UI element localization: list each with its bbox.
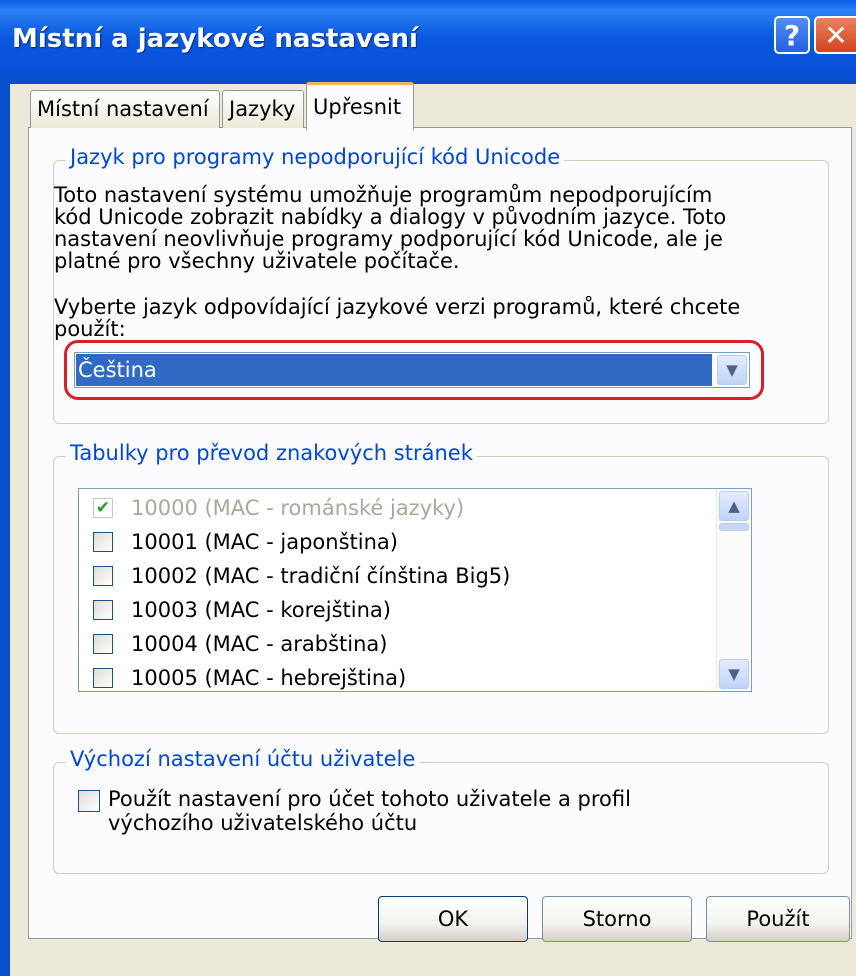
tab-label: Jazyky (229, 97, 296, 121)
checkbox[interactable] (93, 566, 113, 586)
dialog-window: Místní a jazykové nastavení ? ✕ Jazyk pr… (0, 0, 856, 976)
apply-button[interactable]: Použít (706, 896, 850, 942)
help-icon: ? (783, 19, 801, 52)
tab-regional[interactable]: Místní nastavení (30, 90, 220, 128)
list-item-label: 10005 (MAC - hebrejština) (131, 666, 407, 690)
language-prompt: Vyberte jazyk odpovídající jazykové verz… (54, 296, 741, 340)
checkbox[interactable] (93, 668, 113, 688)
dropdown-button[interactable]: ▼ (717, 355, 747, 385)
list-item-label: 10004 (MAC - arabština) (131, 632, 388, 656)
selected-language: Čeština (76, 354, 712, 386)
close-icon: ✕ (824, 19, 848, 52)
tab-label: Upřesnit (313, 95, 402, 119)
list-item[interactable]: ✔ 10000 (MAC - románské jazyky) (79, 491, 709, 525)
ok-button-label: OK (437, 907, 469, 931)
codepage-list[interactable]: ✔ 10000 (MAC - románské jazyky) 10001 (M… (78, 488, 752, 692)
default-user-checkbox[interactable] (78, 790, 100, 812)
chevron-down-icon: ▼ (728, 665, 740, 683)
help-button[interactable]: ? (774, 16, 810, 54)
checkbox[interactable] (93, 532, 113, 552)
tab-advanced[interactable]: Upřesnit (306, 82, 414, 130)
list-item[interactable]: 10003 (MAC - korejština) (79, 593, 709, 627)
language-select[interactable]: Čeština ▼ (74, 352, 750, 388)
list-item-label: 10001 (MAC - japonština) (131, 530, 398, 554)
codepage-group-legend: Tabulky pro převod znakových stránek (66, 441, 477, 465)
window-title: Místní a jazykové nastavení (12, 24, 418, 54)
chevron-down-icon: ▼ (726, 361, 738, 379)
list-item-label: 10002 (MAC - tradiční čínština Big5) (131, 564, 511, 588)
checkmark-icon: ✔ (95, 498, 111, 518)
unicode-description: Toto nastavení systému umožňuje programů… (54, 183, 727, 273)
default-user-checkbox-label[interactable]: Použít nastavení pro účet tohoto uživate… (108, 787, 728, 835)
window-frame-left (0, 84, 10, 976)
scroll-up-button[interactable]: ▲ (719, 491, 749, 521)
checkbox[interactable] (93, 634, 113, 654)
unicode-group-legend: Jazyk pro programy nepodporující kód Uni… (66, 145, 565, 169)
list-item[interactable]: 10004 (MAC - arabština) (79, 627, 709, 661)
cancel-button[interactable]: Storno (542, 896, 692, 942)
tab-languages[interactable]: Jazyky (222, 90, 304, 128)
apply-button-label: Použít (746, 907, 810, 931)
user-group-legend: Výchozí nastavení účtu uživatele (66, 747, 420, 771)
tab-label: Místní nastavení (37, 97, 209, 121)
chevron-up-icon: ▲ (728, 497, 740, 515)
title-bar[interactable]: Místní a jazykové nastavení ? ✕ (0, 0, 856, 84)
list-item-label: 10003 (MAC - korejština) (131, 598, 391, 622)
scroll-down-button[interactable]: ▼ (719, 659, 749, 689)
list-item[interactable]: 10001 (MAC - japonština) (79, 525, 709, 559)
list-scrollbar[interactable]: ▲ ▼ (716, 489, 751, 691)
ok-button[interactable]: OK (378, 896, 528, 942)
cancel-button-label: Storno (582, 907, 652, 931)
checkbox-checked[interactable]: ✔ (93, 498, 113, 518)
list-item[interactable]: 10002 (MAC - tradiční čínština Big5) (79, 559, 709, 593)
close-button[interactable]: ✕ (814, 16, 856, 54)
list-item[interactable]: 10005 (MAC - hebrejština) (79, 661, 709, 691)
scroll-thumb[interactable] (719, 523, 749, 531)
checkbox[interactable] (93, 600, 113, 620)
list-item-label: 10000 (MAC - románské jazyky) (131, 496, 465, 520)
